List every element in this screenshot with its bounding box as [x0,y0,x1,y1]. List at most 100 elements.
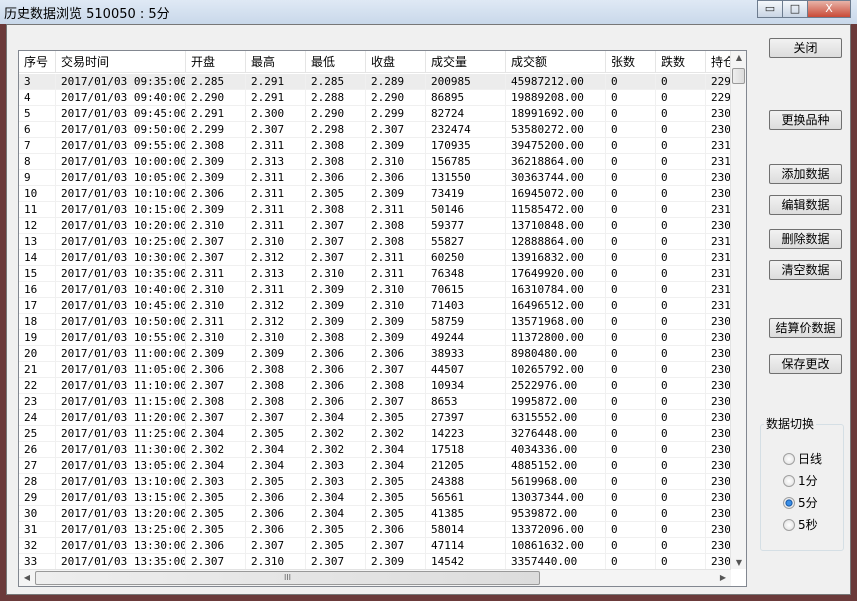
scroll-left-icon[interactable]: ◀ [19,573,35,582]
table-cell: 2017/01/03 13:05:00 [56,458,186,473]
table-cell: 0 [656,506,706,521]
clear-data-button[interactable]: 清空数据 [769,260,842,280]
close-window-button[interactable]: X [807,0,851,18]
column-header[interactable]: 交易时间 [56,51,186,72]
column-header[interactable]: 成交额 [506,51,606,72]
column-header[interactable]: 成交量 [426,51,506,72]
table-row[interactable]: 6 2017/01/03 09:50:00 2.299 2.307 2.298 2.307… [19,122,731,138]
column-header[interactable]: 收盘 [366,51,426,72]
table-row[interactable]: 29 2017/01/03 13:15:00 2.305 2.306 2.304 2.30… [19,490,731,506]
table-row[interactable]: 22 2017/01/03 11:10:00 2.307 2.308 2.306 2.30… [19,378,731,394]
radio-unchecked-icon[interactable] [783,452,795,465]
column-header[interactable]: 持仓 [706,51,731,72]
table-cell: 2.309 [366,138,426,153]
table-cell: 2.304 [246,442,306,457]
edit-data-button[interactable]: 编辑数据 [769,195,842,215]
data-switch-label: 数据切换 [764,415,817,432]
close-button[interactable]: 关闭 [769,38,842,58]
table-row[interactable]: 31 2017/01/03 13:25:00 2.305 2.306 2.305 2.30… [19,522,731,538]
table-row[interactable]: 24 2017/01/03 11:20:00 2.307 2.307 2.304 2.30… [19,410,731,426]
vertical-scroll-thumb[interactable] [732,68,745,84]
table-row[interactable]: 3 2017/01/03 09:35:00 2.285 2.291 2.285 2.289… [19,74,731,90]
table-header: 序号交易时间开盘最高最低收盘成交量成交额张数跌数持仓 [19,51,731,73]
table-cell: 2.305 [366,410,426,425]
table-row[interactable]: 14 2017/01/03 10:30:00 2.307 2.312 2.307 2.31… [19,250,731,266]
add-data-button[interactable]: 添加数据 [769,164,842,184]
table-row[interactable]: 9 2017/01/03 10:05:00 2.309 2.311 2.306 2.306… [19,170,731,186]
radio-unchecked-icon[interactable] [783,518,795,531]
table-row[interactable]: 17 2017/01/03 10:45:00 2.310 2.312 2.309 2.31… [19,298,731,314]
vertical-scrollbar[interactable]: ▲ ▼ [730,51,746,569]
table-row[interactable]: 5 2017/01/03 09:45:00 2.291 2.300 2.290 2.299… [19,106,731,122]
table-cell: 21 [19,362,56,377]
table-cell: 2.307 [306,554,366,569]
settlement-data-button[interactable]: 结算价数据 [769,318,842,338]
scroll-right-icon[interactable]: ▶ [715,573,731,582]
delete-data-button[interactable]: 删除数据 [769,229,842,249]
scroll-up-icon[interactable]: ▲ [731,53,746,62]
column-header[interactable]: 序号 [19,51,56,72]
table-row[interactable]: 8 2017/01/03 10:00:00 2.309 2.313 2.308 2.310… [19,154,731,170]
horizontal-scroll-thumb[interactable]: III [35,571,540,585]
table-row[interactable]: 13 2017/01/03 10:25:00 2.307 2.310 2.307 2.30… [19,234,731,250]
table-row[interactable]: 25 2017/01/03 11:25:00 2.304 2.305 2.302 2.30… [19,426,731,442]
table-row[interactable]: 11 2017/01/03 10:15:00 2.309 2.311 2.308 2.31… [19,202,731,218]
table-row[interactable]: 12 2017/01/03 10:20:00 2.310 2.311 2.307 2.30… [19,218,731,234]
radio-option[interactable]: 1分 [783,472,818,489]
radio-option[interactable]: 日线 [783,450,822,467]
table-row[interactable]: 7 2017/01/03 09:55:00 2.308 2.311 2.308 2.309… [19,138,731,154]
table-cell: 2017/01/03 09:55:00 [56,138,186,153]
table-cell: 2.290 [306,106,366,121]
horizontal-scrollbar[interactable]: ◀ III ▶ [19,569,731,586]
table-cell: 2.306 [246,522,306,537]
table-cell: 2.309 [186,202,246,217]
table-cell: 14 [19,250,56,265]
column-header[interactable]: 开盘 [186,51,246,72]
table-cell: 7 [19,138,56,153]
column-header[interactable]: 跌数 [656,51,706,72]
table-row[interactable]: 30 2017/01/03 13:20:00 2.305 2.306 2.304 2.30… [19,506,731,522]
table-cell: 2.288 [306,90,366,105]
table-row[interactable]: 10 2017/01/03 10:10:00 2.306 2.311 2.305 2.30… [19,186,731,202]
table-cell: 76348 [426,266,506,281]
table-row[interactable]: 33 2017/01/03 13:35:00 2.307 2.310 2.307 2.30… [19,554,731,570]
table-row[interactable]: 20 2017/01/03 11:00:00 2.309 2.309 2.306 2.30… [19,346,731,362]
table-cell: 10934 [426,378,506,393]
radio-option[interactable]: 5分 [783,494,818,511]
maximize-button[interactable]: □ [782,0,808,18]
table-cell: 2.308 [306,330,366,345]
table-cell: 2017/01/03 10:00:00 [56,154,186,169]
table-cell: 2.308 [246,362,306,377]
radio-checked-icon[interactable] [783,496,795,509]
table-row[interactable]: 15 2017/01/03 10:35:00 2.311 2.313 2.310 2.31… [19,266,731,282]
change-symbol-button[interactable]: 更换品种 [769,110,842,130]
column-header[interactable]: 张数 [606,51,656,72]
table-row[interactable]: 18 2017/01/03 10:50:00 2.311 2.312 2.309 2.30… [19,314,731,330]
table-row[interactable]: 28 2017/01/03 13:10:00 2.303 2.305 2.303 2.30… [19,474,731,490]
table-row[interactable]: 32 2017/01/03 13:30:00 2.306 2.307 2.305 2.30… [19,538,731,554]
table-cell: 2.306 [306,170,366,185]
table-cell: 16 [19,282,56,297]
column-header[interactable]: 最低 [306,51,366,72]
table-row[interactable]: 19 2017/01/03 10:55:00 2.310 2.310 2.308 2.30… [19,330,731,346]
table-cell: 2.289 [366,74,426,89]
radio-option[interactable]: 5秒 [783,516,818,533]
table-row[interactable]: 4 2017/01/03 09:40:00 2.290 2.291 2.288 2.290… [19,90,731,106]
table-cell: 8980480.00 [506,346,606,361]
table-row[interactable]: 16 2017/01/03 10:40:00 2.310 2.311 2.309 2.31… [19,282,731,298]
column-header[interactable]: 最高 [246,51,306,72]
table-cell: 2.303 [306,474,366,489]
radio-unchecked-icon[interactable] [783,474,795,487]
scroll-down-icon[interactable]: ▼ [731,558,746,567]
table-cell: 2.307 [186,554,246,569]
table-row[interactable]: 23 2017/01/03 11:15:00 2.308 2.308 2.306 2.30… [19,394,731,410]
table-cell: 17518 [426,442,506,457]
table-row[interactable]: 27 2017/01/03 13:05:00 2.304 2.304 2.303 2.30… [19,458,731,474]
save-changes-button[interactable]: 保存更改 [769,354,842,374]
table-cell: 10861632.00 [506,538,606,553]
minimize-button[interactable]: ▭ [757,0,783,18]
table-cell: 24388 [426,474,506,489]
table-cell: 2.306 [186,538,246,553]
table-row[interactable]: 26 2017/01/03 11:30:00 2.302 2.304 2.302 2.30… [19,442,731,458]
table-row[interactable]: 21 2017/01/03 11:05:00 2.306 2.308 2.306 2.30… [19,362,731,378]
